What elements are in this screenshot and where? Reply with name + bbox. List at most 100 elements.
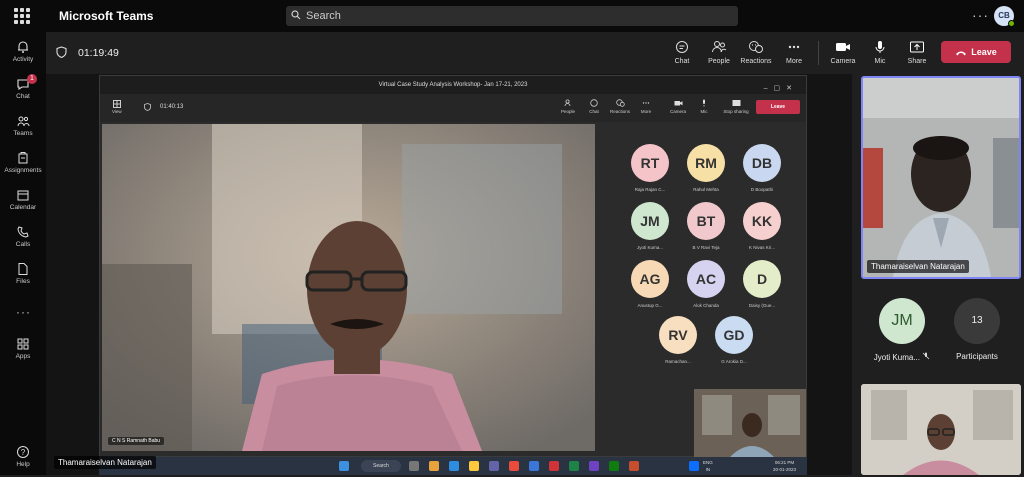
- leave-button[interactable]: Leave: [941, 41, 1011, 63]
- participant-name: G Arokia D...: [721, 359, 747, 364]
- rail-item-help[interactable]: ? Help: [0, 443, 46, 477]
- presenter-video-frame: [102, 124, 595, 451]
- rail-label: Calendar: [9, 204, 37, 211]
- participant-tile: DB D Boopathi: [734, 144, 790, 192]
- taskbar-search: Search: [361, 460, 401, 472]
- share-label: Share: [907, 58, 927, 65]
- app-launcher-icon[interactable]: [14, 8, 30, 24]
- participant-tile-jm[interactable]: JM Jyoti Kuma...: [862, 298, 942, 362]
- title-bar: Microsoft Teams Search ··· CB: [0, 0, 1024, 32]
- shield-icon: [56, 46, 67, 58]
- tb-label: People: [560, 109, 575, 114]
- share-button[interactable]: Share: [897, 40, 937, 65]
- spotlight-name-tag: Thamaraiselvan Natarajan: [867, 260, 969, 273]
- network-icon: [689, 461, 699, 471]
- participant-avatar: GD: [715, 316, 753, 354]
- reactions-icon: [749, 41, 763, 53]
- grid-icon: [112, 100, 121, 108]
- leave-label: Leave: [971, 47, 997, 57]
- mic-button[interactable]: Mic: [860, 40, 900, 65]
- participant-avatar: KK: [743, 202, 781, 240]
- edge-icon: [449, 461, 459, 471]
- participant-name: Daisy (Gue...: [748, 303, 776, 308]
- people-button[interactable]: People: [699, 40, 739, 65]
- camera-label: Camera: [830, 58, 856, 65]
- spotlight-video[interactable]: Thamaraiselvan Natarajan: [861, 76, 1021, 279]
- clock-date: 20-01-2023: [773, 467, 797, 472]
- assignments-icon: [18, 152, 28, 164]
- participant-name: B V Ravi Teja: [692, 245, 720, 250]
- status-indicator: [1008, 20, 1015, 27]
- teams-app-icon: [489, 461, 499, 471]
- participant-avatar: DB: [743, 144, 781, 182]
- rail-item-calls[interactable]: Calls: [0, 223, 46, 257]
- participants-overflow-tile[interactable]: 13 Participants: [937, 298, 1017, 361]
- rail-item-teams[interactable]: Teams: [0, 112, 46, 146]
- mic-off-icon: [922, 352, 930, 360]
- shared-tb-reactions: Reactions: [608, 99, 632, 114]
- shared-screen-stage: Virtual Case Study Analysis Workshop- Ja…: [46, 74, 852, 475]
- participant-name: Ramachan...: [665, 359, 691, 364]
- participant-tile: AG Anustup G...: [622, 260, 678, 308]
- tb-label: More: [640, 109, 652, 114]
- rail-item-apps[interactable]: Apps: [0, 335, 46, 369]
- more-options-icon[interactable]: ···: [972, 7, 989, 23]
- tb-label: Camera: [669, 109, 686, 114]
- search-placeholder: Search: [306, 10, 341, 22]
- app-icon: [609, 461, 619, 471]
- people-label: People: [708, 58, 730, 65]
- more-icon: [788, 45, 800, 49]
- apps-icon: [17, 338, 29, 350]
- rail-item-chat[interactable]: 1 Chat: [0, 74, 46, 109]
- participant-tile: GD G Arokia D...: [706, 316, 762, 364]
- chat-icon: [590, 99, 598, 107]
- meeting-timer: 01:19:49: [78, 47, 119, 59]
- taskview-icon: [409, 461, 419, 471]
- shared-tb-more: More: [634, 99, 658, 114]
- rail-item-assignments[interactable]: Assignments: [0, 149, 46, 183]
- participant-avatar: JM: [631, 202, 669, 240]
- rail-item-files[interactable]: Files: [0, 260, 46, 294]
- search-input[interactable]: Search: [286, 6, 738, 26]
- participant-name: Anustup G...: [637, 303, 663, 308]
- rail-item-activity[interactable]: Activity: [0, 38, 46, 72]
- participant-name: Jyoti Kuma...: [862, 352, 942, 362]
- mic-label: Mic: [874, 58, 886, 65]
- shield-icon: [144, 103, 151, 111]
- chat-label: Chat: [674, 58, 690, 65]
- participant-name: Rahul Mehta: [693, 187, 719, 192]
- camera-icon: [836, 43, 850, 51]
- people-icon: [564, 99, 570, 107]
- more-button[interactable]: More: [774, 40, 814, 65]
- rail-label: Assignments: [4, 167, 42, 174]
- more-icon: [642, 102, 650, 104]
- reactions-button[interactable]: Reactions: [736, 40, 776, 65]
- rail-item-calendar[interactable]: Calendar: [0, 186, 46, 220]
- participant-name: Alok Chanda: [693, 303, 719, 308]
- participant-tile: RT Raja Rajan C...: [622, 144, 678, 192]
- participant-tile: JM Jyoti Kuma...: [622, 202, 678, 250]
- calendar-icon: [17, 190, 29, 201]
- participant-avatar: RV: [659, 316, 697, 354]
- toolbar-divider: [818, 41, 819, 65]
- meeting-toolbar: 01:19:49 Chat People Reactions More Came…: [46, 32, 1024, 74]
- presenter-name-tag: C N S Ramnath Babu: [108, 437, 165, 445]
- shared-tb-camera: Camera: [666, 99, 690, 114]
- self-view-frame: [694, 389, 806, 457]
- left-rail: Activity 1 Chat Teams Assignments Calend…: [0, 32, 46, 475]
- search-icon: [291, 10, 301, 20]
- app-name: Microsoft Teams: [59, 9, 154, 23]
- word-icon: [529, 461, 539, 471]
- more-apps-icon[interactable]: ···: [16, 305, 31, 319]
- chat-button[interactable]: Chat: [662, 40, 702, 65]
- clock-time: 06:21 PM: [774, 460, 795, 465]
- participant-tile: KK K Nivas Kri...: [734, 202, 790, 250]
- self-view-video[interactable]: [861, 384, 1021, 475]
- stop-sharing-icon: [732, 100, 740, 106]
- camera-button[interactable]: Camera: [823, 40, 863, 65]
- shared-timer: 01:40:13: [160, 104, 184, 110]
- rail-label: Calls: [15, 241, 31, 248]
- tb-label: Mic: [700, 109, 708, 114]
- rail-label: Files: [16, 278, 30, 285]
- language-indicator: ENG IN: [703, 459, 713, 473]
